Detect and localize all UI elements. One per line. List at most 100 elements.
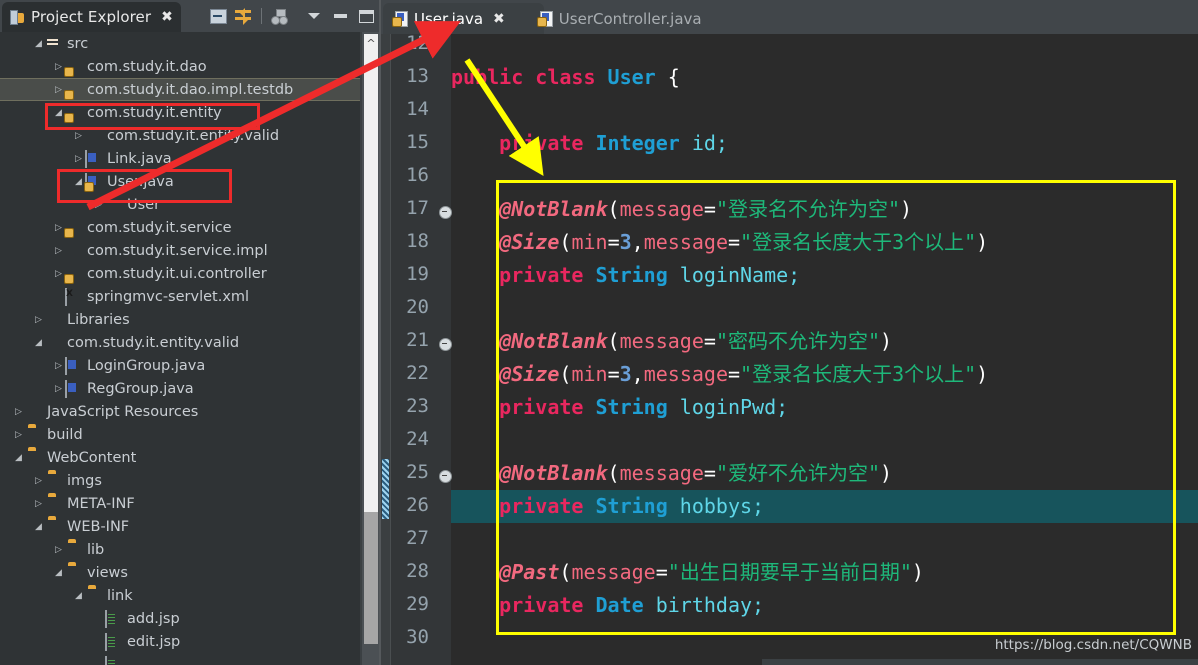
code-line[interactable] <box>451 34 1198 61</box>
tree-item[interactable]: ◢ views <box>0 561 360 584</box>
maximize-icon[interactable] <box>354 4 378 28</box>
folder-icon <box>65 542 82 558</box>
tree-item-partial[interactable] <box>0 653 360 665</box>
code-token: ( <box>607 197 620 221</box>
chevron-down-icon[interactable]: ◢ <box>32 522 45 532</box>
code-token: "登录名长度大于3个以上" <box>740 230 977 254</box>
view-tabbar: Project Explorer ✖ <box>0 0 380 32</box>
code-line[interactable] <box>451 292 1198 325</box>
code-token: hobbys <box>679 494 753 518</box>
code-line[interactable] <box>451 94 1198 127</box>
code-area[interactable]: public class User { private Integer id; … <box>451 34 1198 665</box>
minimize-icon[interactable] <box>328 4 352 28</box>
chevron-right-icon[interactable]: ▷ <box>52 246 65 256</box>
tree-item-label: springmvc-servlet.xml <box>87 288 250 305</box>
chevron-right-icon[interactable]: ▷ <box>52 361 65 371</box>
code-line[interactable]: private Date birthday; <box>451 589 1198 622</box>
folder-icon <box>25 427 42 443</box>
chevron-right-icon[interactable]: ▷ <box>72 131 85 141</box>
editor-tab-active[interactable]: User.java ✖ <box>383 3 544 34</box>
tree-vertical-scrollbar[interactable]: ^ <box>362 32 379 665</box>
code-token: ) <box>911 560 924 584</box>
tree-item[interactable]: ◢ src <box>0 32 360 55</box>
code-line[interactable]: @Size(min=3,message="登录名长度大于3个以上") <box>451 358 1198 391</box>
link-with-editor-icon[interactable] <box>232 4 256 28</box>
chevron-right-icon[interactable]: ▷ <box>12 407 25 417</box>
code-token: ( <box>607 461 620 485</box>
scrollbar-thumb[interactable] <box>364 512 378 644</box>
code-token: = <box>703 461 716 485</box>
chevron-down-icon[interactable]: ◢ <box>32 338 45 348</box>
collapse-all-icon[interactable] <box>206 4 230 28</box>
code-line[interactable]: public class User { <box>451 61 1198 94</box>
tree-item[interactable]: ◢ WEB-INF <box>0 515 360 538</box>
chevron-down-icon[interactable]: ◢ <box>72 591 85 601</box>
code-line[interactable]: @NotBlank(message="密码不允许为空") <box>451 325 1198 358</box>
scroll-up-arrow-icon[interactable]: ^ <box>364 34 378 52</box>
tree-item[interactable]: add.jsp <box>0 607 360 630</box>
chevron-down-icon[interactable]: ◢ <box>12 453 25 463</box>
view-menu-chevron-icon[interactable] <box>302 4 326 28</box>
tree-item[interactable]: ▷ com.study.it.dao <box>0 55 360 78</box>
chevron-right-icon[interactable]: ▷ <box>72 154 85 164</box>
package-lock-icon <box>64 82 82 100</box>
line-number: 28 <box>406 560 429 582</box>
code-line[interactable]: private String hobbys; <box>451 490 1198 523</box>
tree-item[interactable]: ▷ META-INF <box>0 492 360 515</box>
code-line[interactable]: private Integer id; <box>451 127 1198 160</box>
code-token: Integer <box>595 131 692 155</box>
tree-item[interactable]: ▷ Libraries <box>0 308 360 331</box>
tree-item[interactable]: ▷ LoginGroup.java <box>0 354 360 377</box>
view-toolbar <box>206 3 378 29</box>
chevron-right-icon[interactable]: ▷ <box>52 545 65 555</box>
code-token: = <box>728 362 741 386</box>
code-line[interactable]: @NotBlank(message="爱好不允许为空") <box>451 457 1198 490</box>
tree-item-label: build <box>47 426 83 443</box>
code-token: String <box>595 395 680 419</box>
code-line[interactable]: private String loginName; <box>451 259 1198 292</box>
tree-item[interactable]: ▷ JavaScript Resources <box>0 400 360 423</box>
code-editor-pane: User.java ✖ UserController.java 12 13 14 15 16… <box>381 0 1198 665</box>
tree-item[interactable]: ▷ lib <box>0 538 360 561</box>
tree-item[interactable]: ▷ com.study.it.service <box>0 216 360 239</box>
focus-on-active-task-icon[interactable] <box>267 4 291 28</box>
chevron-right-icon[interactable]: ▷ <box>12 430 25 440</box>
chevron-down-icon[interactable]: ◢ <box>52 568 65 578</box>
line-number: 27 <box>406 527 429 549</box>
close-icon[interactable]: ✖ <box>493 11 505 27</box>
tree-item[interactable]: ▷ com.study.it.service.impl <box>0 239 360 262</box>
jsp-file-icon <box>105 609 122 628</box>
chevron-down-icon[interactable]: ◢ <box>32 39 45 49</box>
tree-item[interactable]: ▷ imgs <box>0 469 360 492</box>
code-token: ) <box>880 461 893 485</box>
view-tab-project-explorer[interactable]: Project Explorer ✖ <box>2 2 181 32</box>
code-line[interactable]: @Size(min=3,message="登录名长度大于3个以上") <box>451 226 1198 259</box>
code-line[interactable] <box>451 523 1198 556</box>
code-line[interactable] <box>451 160 1198 193</box>
tree-item[interactable]: ▷ RegGroup.java <box>0 377 360 400</box>
tree-item[interactable]: ◢ com.study.it.entity.valid <box>0 331 360 354</box>
tree-item[interactable]: edit.jsp <box>0 630 360 653</box>
code-line[interactable]: private String loginPwd; <box>451 391 1198 424</box>
chevron-right-icon[interactable]: ▷ <box>32 315 45 325</box>
code-line[interactable]: @NotBlank(message="登录名不允许为空") <box>451 193 1198 226</box>
tree-item[interactable]: ◢ link <box>0 584 360 607</box>
tree-item[interactable]: ▷ com.study.it.ui.controller <box>0 262 360 285</box>
tree-item[interactable]: ▷ build <box>0 423 360 446</box>
code-line[interactable]: @Past(message="出生日期要早于当前日期") <box>451 556 1198 589</box>
tree-item[interactable]: ◢ WebContent <box>0 446 360 469</box>
chevron-right-icon[interactable]: ▷ <box>32 499 45 509</box>
tree-item[interactable]: ▷ Link.java <box>0 147 360 170</box>
editor-tab[interactable]: UserController.java <box>528 3 765 34</box>
red-box-user-java <box>57 169 232 203</box>
close-icon[interactable]: ✖ <box>161 9 173 25</box>
chevron-right-icon[interactable]: ▷ <box>52 384 65 394</box>
code-token: , <box>631 362 644 386</box>
editor-tab-label: UserController.java <box>558 9 702 28</box>
code-line[interactable] <box>451 424 1198 457</box>
tree-item[interactable]: ▷ com.study.it.dao.impl.testdb <box>0 78 360 101</box>
tree-item-label: META-INF <box>67 495 135 512</box>
chevron-right-icon[interactable]: ▷ <box>32 476 45 486</box>
tree-item[interactable]: springmvc-servlet.xml <box>0 285 360 308</box>
code-token: private <box>499 395 596 419</box>
